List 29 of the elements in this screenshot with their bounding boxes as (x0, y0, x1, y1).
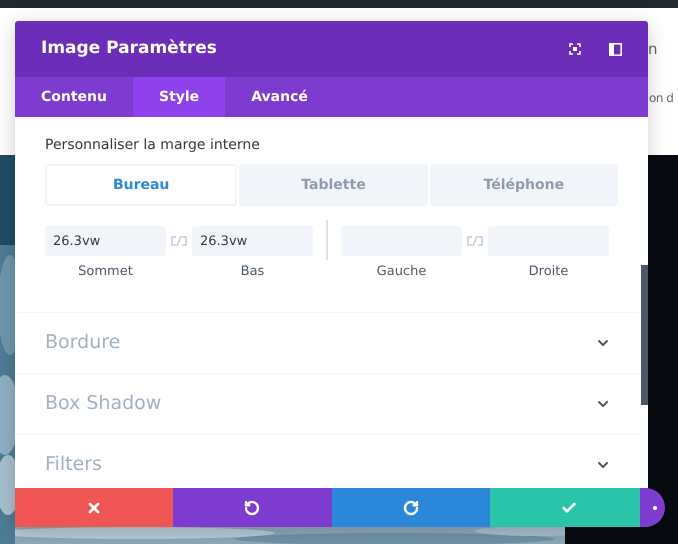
redo-icon (402, 500, 419, 516)
field-label: Bas (240, 263, 264, 281)
link-icon[interactable] (170, 235, 188, 247)
field-label: Droite (528, 263, 568, 281)
section-header[interactable]: Box Shadow (15, 372, 641, 434)
tab[interactable]: Contenu (15, 77, 133, 117)
device-tab[interactable]: Bureau (45, 164, 238, 206)
device-tab[interactable]: Tablette (239, 164, 428, 206)
field-label: Gauche (376, 263, 426, 281)
expand-icon[interactable] (569, 43, 581, 55)
page-text: on d (649, 90, 674, 107)
close-icon (86, 500, 102, 516)
option-label: Personnaliser la marge interne (45, 136, 261, 155)
window-title: Image Paramètres (41, 37, 218, 60)
undo-button[interactable] (173, 488, 332, 527)
cancel-button[interactable] (15, 488, 174, 527)
section-header[interactable]: Bordure (15, 312, 641, 372)
page-text: n (648, 39, 658, 60)
sidebar-icon[interactable] (609, 42, 622, 56)
device-tab[interactable]: Téléphone (430, 164, 618, 206)
field-label: Sommet (78, 263, 133, 281)
undo-icon (244, 500, 260, 516)
link-icon[interactable] (466, 235, 484, 247)
check-icon (560, 500, 577, 516)
tab[interactable]: Style (132, 77, 226, 117)
input-field[interactable]: 26.3vw (45, 226, 166, 256)
input-field[interactable]: 26.3vw (192, 226, 313, 256)
tab[interactable]: Avancé (225, 77, 334, 117)
scrollbar[interactable] (641, 265, 648, 405)
